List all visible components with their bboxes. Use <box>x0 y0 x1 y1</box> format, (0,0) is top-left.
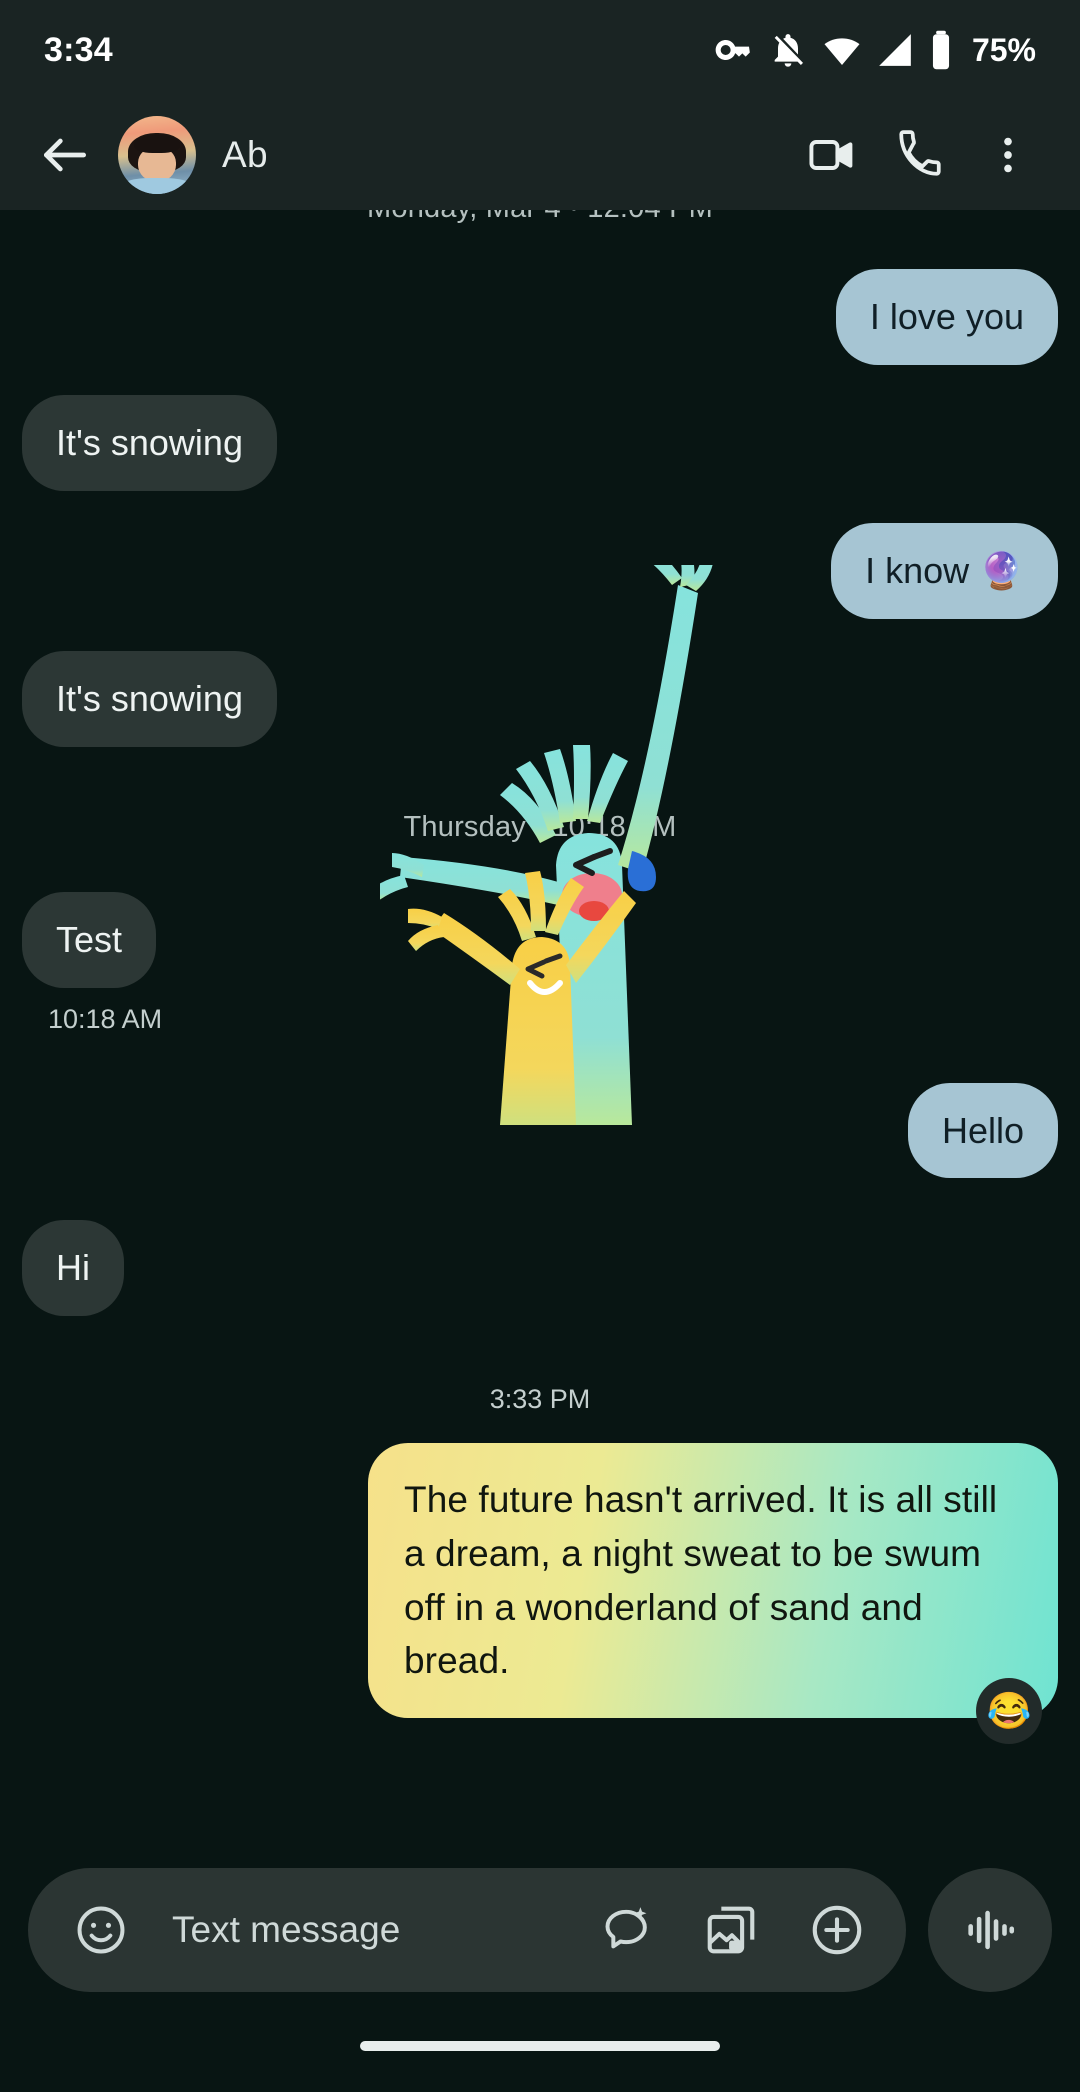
cellular-signal-icon <box>876 31 914 69</box>
status-clock: 3:34 <box>44 30 113 69</box>
message-bubble-incoming[interactable]: Hi <box>22 1220 124 1317</box>
celebrating-characters-sticker[interactable] <box>380 564 800 1125</box>
emoji-smiley-icon[interactable] <box>58 1887 144 1973</box>
text-input-pill[interactable]: Text message <box>28 1868 906 1992</box>
avatar-bangs <box>133 134 181 154</box>
overflow-menu-icon[interactable] <box>966 113 1050 197</box>
message-bubble-incoming[interactable]: It's snowing <box>22 394 277 491</box>
message-row[interactable]: I know 🔮 <box>0 522 1080 619</box>
avatar-shirt <box>124 178 190 194</box>
message-row[interactable]: It's snowing <box>0 394 1080 491</box>
mute-bell-icon <box>768 30 808 70</box>
message-row[interactable]: Test <box>0 891 1080 988</box>
status-icon-group: 75% <box>714 29 1036 71</box>
message-timestamp: 3:33 PM <box>489 1384 591 1415</box>
message-bubble-outgoing[interactable]: I know 🔮 <box>831 522 1058 619</box>
date-divider-second: Thursday · 10:18 AM <box>403 810 677 843</box>
message-bubble-gradient[interactable]: The future hasn't arrived. It is all sti… <box>368 1443 1058 1744</box>
voice-waveform-icon <box>968 1910 1015 1950</box>
contact-avatar[interactable] <box>118 116 196 194</box>
battery-percent-label: 75% <box>971 31 1036 68</box>
add-plus-icon[interactable] <box>794 1887 880 1973</box>
messages-app-screen: 3:34 75% Ab I love you It's snowing I kn… <box>0 0 1080 2092</box>
message-text: The future hasn't arrived. It is all sti… <box>404 1479 998 1682</box>
system-navigation-bar <box>0 2000 1080 2092</box>
message-bubble-outgoing[interactable]: I love you <box>835 269 1058 365</box>
message-row[interactable]: Hello <box>0 1082 1080 1179</box>
message-row[interactable]: The future hasn't arrived. It is all sti… <box>0 1443 1080 1744</box>
voice-waveform-button[interactable] <box>928 1868 1052 1992</box>
conversation-app-bar: Ab <box>0 100 1080 210</box>
message-reaction-badge[interactable]: 😂 <box>976 1677 1042 1744</box>
battery-icon <box>928 29 954 71</box>
wifi-icon <box>822 30 862 70</box>
back-arrow-icon[interactable] <box>34 124 96 186</box>
status-bar: 3:34 75% <box>0 0 1080 100</box>
message-row[interactable]: It's snowing <box>0 650 1080 747</box>
message-row[interactable]: Hi <box>0 1220 1080 1317</box>
home-gesture-handle[interactable] <box>360 2041 720 2051</box>
message-composer: Text message <box>0 1860 1080 2000</box>
app-bar-actions <box>790 113 1050 197</box>
contact-name-title[interactable]: Ab <box>222 134 790 176</box>
message-bubble-outgoing[interactable]: Hello <box>907 1082 1058 1179</box>
video-call-icon[interactable] <box>790 113 874 197</box>
text-message-input[interactable]: Text message <box>172 1909 562 1951</box>
vpn-key-icon <box>714 30 754 70</box>
message-thread[interactable]: Monday, Mar 4 · 12:04 PM I love you It's… <box>0 210 1080 1865</box>
phone-call-icon[interactable] <box>878 113 962 197</box>
magic-reply-icon[interactable] <box>582 1887 668 1973</box>
message-bubble-incoming[interactable]: It's snowing <box>22 650 277 747</box>
gallery-image-icon[interactable] <box>688 1887 774 1973</box>
message-row[interactable]: I love you <box>0 269 1080 365</box>
message-timestamp: 10:18 AM <box>48 1003 163 1034</box>
date-divider-first: Monday, Mar 4 · 12:04 PM <box>0 210 1080 225</box>
message-bubble-incoming[interactable]: Test <box>22 891 157 988</box>
